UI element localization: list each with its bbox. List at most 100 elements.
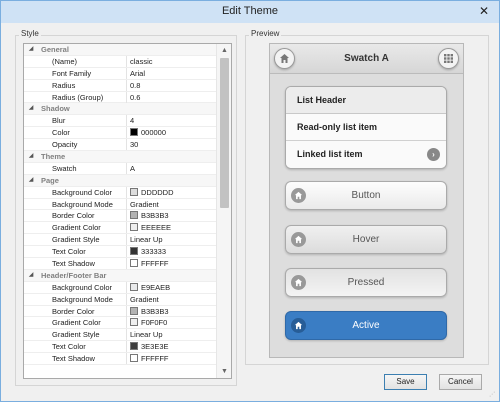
property-value[interactable]: 333333 [128, 246, 216, 257]
property-row[interactable]: Text Color 333333 [24, 246, 216, 259]
property-row[interactable]: Radius 0.8 [24, 79, 216, 92]
property-value[interactable]: FFFFFF [128, 258, 216, 269]
property-grid[interactable]: ◢ General (Name) classic Font Family Arial Rad… [23, 43, 232, 379]
property-value[interactable]: 0.6 [128, 92, 216, 103]
color-swatch[interactable] [130, 354, 138, 363]
chevron-right-icon: › [427, 148, 440, 161]
edit-theme-dialog: Edit Theme ✕ Style ◢ General (Name) classic… [0, 0, 500, 402]
property-value[interactable]: 3E3E3E [128, 341, 216, 352]
property-row[interactable]: Gradient Color F0F0F0 [24, 317, 216, 330]
property-row[interactable]: Background Color DDDDDD [24, 186, 216, 199]
property-value-text: F0F0F0 [141, 318, 168, 328]
save-button[interactable]: Save [384, 374, 427, 390]
property-grid-scrollbar[interactable]: ▲ ▼ [216, 44, 231, 378]
category-name: Theme [41, 152, 66, 162]
property-value[interactable]: classic [128, 56, 216, 67]
color-swatch[interactable] [130, 223, 138, 232]
color-swatch[interactable] [130, 128, 138, 137]
row-gutter [24, 199, 38, 210]
color-swatch[interactable] [130, 211, 138, 220]
property-category[interactable]: ◢ Shadow [24, 103, 216, 116]
color-swatch[interactable] [130, 247, 138, 256]
property-value[interactable]: E9EAEB [128, 282, 216, 293]
row-gutter [24, 329, 38, 340]
scroll-down-icon[interactable]: ▼ [217, 365, 231, 378]
property-row[interactable]: Blur 4 [24, 115, 216, 128]
property-value[interactable]: FFFFFF [128, 353, 216, 364]
property-row[interactable]: Background Mode Gradient [24, 198, 216, 211]
preview-header-bar: Swatch A [270, 44, 463, 74]
color-swatch[interactable] [130, 342, 138, 351]
collapse-triangle-icon[interactable]: ◢ [24, 103, 38, 114]
scroll-up-icon[interactable]: ▲ [217, 44, 231, 57]
property-value[interactable]: 0.8 [128, 80, 216, 91]
collapse-triangle-icon[interactable]: ◢ [24, 151, 38, 162]
title-bar: Edit Theme ✕ [1, 1, 499, 23]
property-row[interactable]: (Name) classic [24, 55, 216, 68]
property-row[interactable]: Swatch A [24, 162, 216, 175]
row-gutter [24, 258, 38, 269]
property-value[interactable]: Gradient [128, 199, 216, 210]
property-row[interactable]: Background Mode Gradient [24, 293, 216, 306]
property-row[interactable]: Font Family Arial [24, 67, 216, 80]
color-swatch[interactable] [130, 306, 138, 315]
property-row[interactable]: Gradient Style Linear Up [24, 234, 216, 247]
property-value[interactable]: Linear Up [128, 329, 216, 340]
property-value[interactable]: Gradient [128, 294, 216, 305]
property-row[interactable]: Text Color 3E3E3E [24, 341, 216, 354]
property-value[interactable]: A [128, 163, 216, 174]
property-category[interactable]: ◢ General [24, 44, 216, 56]
row-gutter [24, 163, 38, 174]
property-category[interactable]: ◢ Header/Footer Bar [24, 269, 216, 282]
grid-icon[interactable] [438, 48, 459, 69]
close-button[interactable]: ✕ [475, 3, 493, 19]
linked-list-item[interactable]: Linked list item › [286, 141, 446, 168]
preview-button-label: Button [351, 190, 381, 201]
property-row[interactable]: Border Color B3B3B3 [24, 305, 216, 318]
property-value[interactable]: DDDDDD [128, 187, 216, 198]
resize-grip-icon[interactable]: ⋰ [489, 391, 497, 399]
property-value[interactable]: B3B3B3 [128, 210, 216, 221]
property-row[interactable]: Background Color E9EAEB [24, 281, 216, 294]
home-icon [291, 188, 306, 203]
collapse-triangle-icon[interactable]: ◢ [24, 44, 38, 55]
category-name: Header/Footer Bar [41, 270, 107, 280]
property-value-text: E9EAEB [141, 282, 171, 292]
preview-hover-button[interactable]: Hover [285, 225, 447, 254]
row-gutter [24, 139, 38, 150]
property-value[interactable]: Arial [128, 68, 216, 79]
property-category[interactable]: ◢ Theme [24, 151, 216, 163]
property-row[interactable]: Text Shadow FFFFFF [24, 258, 216, 270]
color-swatch[interactable] [130, 259, 138, 268]
property-value-text: DDDDDD [141, 187, 174, 197]
property-name: Blur [38, 115, 127, 127]
property-value[interactable]: 30 [128, 139, 216, 150]
preview-active-button[interactable]: Active [285, 311, 447, 340]
property-value[interactable]: Linear Up [128, 234, 216, 245]
collapse-triangle-icon[interactable]: ◢ [24, 175, 38, 186]
property-value[interactable]: F0F0F0 [128, 317, 216, 328]
scrollbar-thumb[interactable] [220, 58, 229, 208]
collapse-triangle-icon[interactable]: ◢ [24, 270, 38, 281]
window-title: Edit Theme [221, 5, 279, 17]
cancel-button[interactable]: Cancel [439, 374, 482, 390]
color-swatch[interactable] [130, 187, 138, 196]
color-swatch[interactable] [130, 318, 138, 327]
property-value-text: 30 [130, 140, 139, 150]
property-value[interactable]: B3B3B3 [128, 306, 216, 317]
color-swatch[interactable] [130, 282, 138, 291]
readonly-list-item: Read-only list item [286, 114, 446, 141]
property-row[interactable]: Gradient Color EEEEEE [24, 222, 216, 235]
property-row[interactable]: Gradient Style Linear Up [24, 329, 216, 342]
property-value[interactable]: 000000 [128, 127, 216, 138]
property-row[interactable]: Opacity 30 [24, 139, 216, 152]
property-value[interactable]: EEEEEE [128, 222, 216, 233]
preview-button[interactable]: Button [285, 181, 447, 210]
preview-pressed-button[interactable]: Pressed [285, 268, 447, 297]
property-row[interactable]: Radius (Group) 0.6 [24, 91, 216, 104]
property-row[interactable]: Text Shadow FFFFFF [24, 353, 216, 366]
property-value[interactable]: 4 [128, 115, 216, 126]
property-row[interactable]: Color 000000 [24, 127, 216, 140]
property-row[interactable]: Border Color B3B3B3 [24, 210, 216, 223]
property-category[interactable]: ◢ Page [24, 174, 216, 187]
